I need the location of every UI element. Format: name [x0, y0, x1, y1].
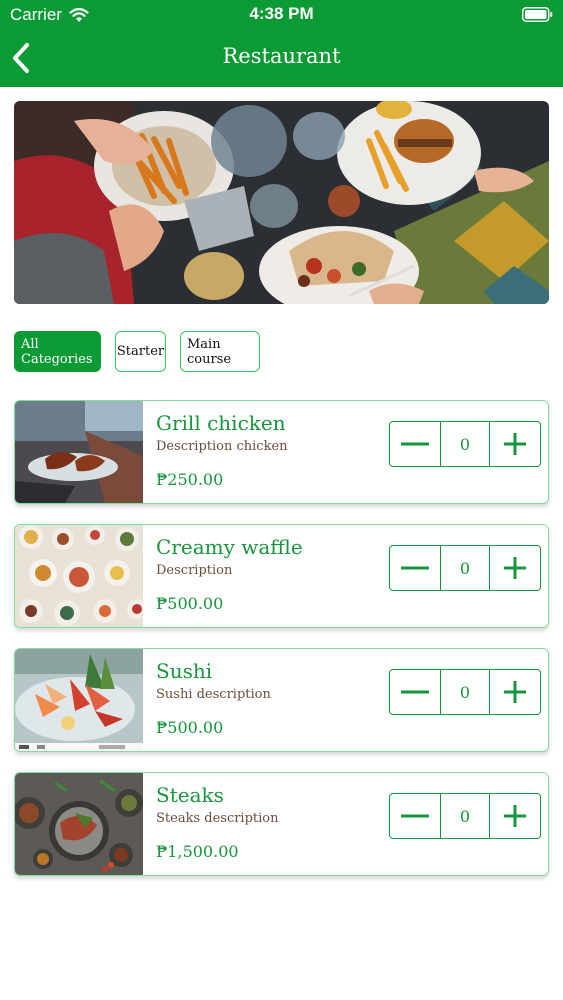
category-filter: All Categories Starter Main course: [14, 331, 260, 372]
hero-image: [14, 101, 549, 304]
menu-item-card[interactable]: Sushi Sushi description ₱500.00 0: [14, 648, 549, 752]
minus-icon: [401, 566, 429, 570]
item-price: ₱500.00: [156, 718, 224, 737]
increase-button[interactable]: [490, 422, 540, 466]
quantity-value: 0: [440, 794, 490, 838]
page-title: Restaurant: [222, 44, 341, 68]
plus-icon: [504, 681, 526, 703]
minus-icon: [401, 814, 429, 818]
item-price: ₱250.00: [156, 470, 224, 489]
decrease-button[interactable]: [390, 422, 440, 466]
item-name: Creamy waffle: [156, 535, 303, 559]
menu-item-card[interactable]: Steaks Steaks description ₱1,500.00 0: [14, 772, 549, 876]
minus-icon: [401, 690, 429, 694]
increase-button[interactable]: [490, 546, 540, 590]
quantity-stepper: 0: [389, 421, 541, 467]
quantity-stepper: 0: [389, 545, 541, 591]
decrease-button[interactable]: [390, 670, 440, 714]
item-description: Steaks description: [156, 811, 279, 826]
item-description: Sushi description: [156, 687, 271, 702]
sushi-image: [15, 649, 143, 751]
chip-main-course[interactable]: Main course: [180, 331, 260, 372]
item-price: ₱1,500.00: [156, 842, 239, 861]
menu-item-card[interactable]: Creamy waffle Description ₱500.00 0: [14, 524, 549, 628]
menu-item-card[interactable]: Grill chicken Description chicken ₱250.0…: [14, 400, 549, 504]
item-price: ₱500.00: [156, 594, 224, 613]
plus-icon: [504, 433, 526, 455]
navigation-bar: Restaurant: [0, 30, 563, 87]
chip-starter[interactable]: Starter: [115, 331, 166, 372]
chip-all-categories[interactable]: All Categories: [14, 331, 101, 372]
minus-icon: [401, 442, 429, 446]
quantity-value: 0: [440, 546, 490, 590]
steaks-image: [15, 773, 143, 875]
item-description: Description chicken: [156, 439, 288, 454]
plus-icon: [504, 557, 526, 579]
quantity-stepper: 0: [389, 669, 541, 715]
decrease-button[interactable]: [390, 546, 440, 590]
status-bar: Carrier 4:38 PM: [0, 0, 563, 30]
battery-icon: [522, 7, 553, 22]
item-description: Description: [156, 563, 233, 578]
grill-chicken-image: [15, 401, 143, 503]
quantity-value: 0: [440, 670, 490, 714]
item-name: Sushi: [156, 659, 213, 683]
creamy-waffle-image: [15, 525, 143, 627]
clock: 4:38 PM: [249, 4, 314, 23]
plus-icon: [504, 805, 526, 827]
increase-button[interactable]: [490, 670, 540, 714]
app-header: Carrier 4:38 PM Restaurant: [0, 0, 563, 87]
item-name: Grill chicken: [156, 411, 286, 435]
quantity-value: 0: [440, 422, 490, 466]
quantity-stepper: 0: [389, 793, 541, 839]
decrease-button[interactable]: [390, 794, 440, 838]
item-name: Steaks: [156, 783, 224, 807]
increase-button[interactable]: [490, 794, 540, 838]
